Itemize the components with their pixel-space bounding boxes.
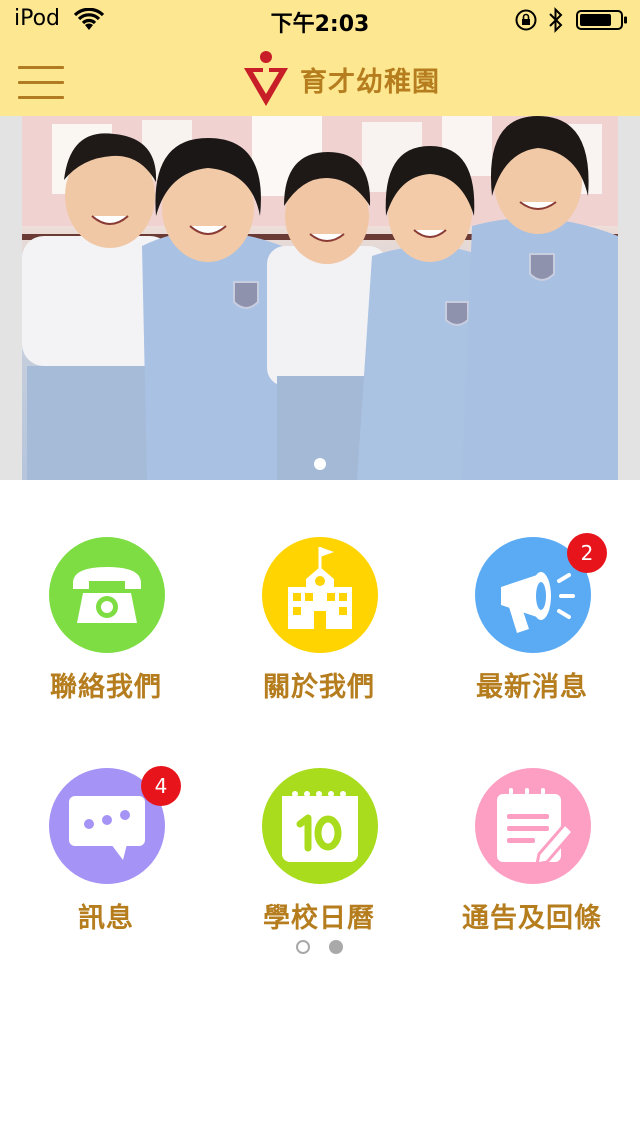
latest-news-label: 最新消息 bbox=[476, 672, 588, 703]
about-us-tile[interactable]: 關於我們 bbox=[219, 537, 419, 747]
app-title: 育才幼稚園 bbox=[300, 67, 440, 98]
status-bar: iPod 下午2:03 bbox=[0, 0, 640, 40]
school-icon bbox=[288, 547, 352, 629]
status-time: 下午2:03 bbox=[270, 12, 370, 37]
about-us-circle bbox=[262, 537, 378, 653]
app-header: 育才幼稚園 bbox=[0, 40, 640, 116]
banner-image bbox=[22, 116, 618, 480]
contact-us-tile[interactable]: 聯絡我們 bbox=[6, 537, 206, 747]
messages-tile[interactable]: 4 訊息 bbox=[6, 766, 206, 978]
grid-page-2-dot[interactable] bbox=[329, 940, 343, 954]
notices-label: 通告及回條 bbox=[462, 903, 602, 934]
hamburger-menu-icon[interactable] bbox=[18, 66, 64, 102]
banner-page-indicator bbox=[314, 458, 326, 470]
grid-page-1-dot[interactable] bbox=[296, 940, 310, 954]
school-logo-icon bbox=[244, 51, 288, 106]
news-badge: 2 bbox=[567, 533, 607, 573]
rotation-lock-icon bbox=[515, 9, 537, 31]
battery-icon bbox=[576, 10, 627, 30]
banner-illustration bbox=[22, 116, 618, 480]
calendar-icon bbox=[282, 791, 358, 862]
school-calendar-circle bbox=[262, 768, 378, 884]
school-calendar-tile[interactable]: 學校日曆 bbox=[219, 768, 419, 978]
notepad-icon bbox=[497, 788, 576, 866]
messages-label: 訊息 bbox=[78, 903, 134, 934]
banner-carousel[interactable] bbox=[0, 116, 640, 480]
school-calendar-label: 學校日曆 bbox=[263, 903, 375, 934]
contact-us-label: 聯絡我們 bbox=[50, 672, 162, 703]
latest-news-tile[interactable]: 2 最新消息 bbox=[432, 533, 632, 747]
contact-us-circle bbox=[49, 537, 165, 653]
phone-icon bbox=[73, 567, 141, 623]
notices-circle bbox=[475, 768, 591, 884]
messages-badge: 4 bbox=[141, 766, 181, 806]
about-us-label: 關於我們 bbox=[263, 672, 375, 703]
bluetooth-icon bbox=[549, 7, 563, 33]
notices-tile[interactable]: 通告及回條 bbox=[432, 768, 632, 978]
